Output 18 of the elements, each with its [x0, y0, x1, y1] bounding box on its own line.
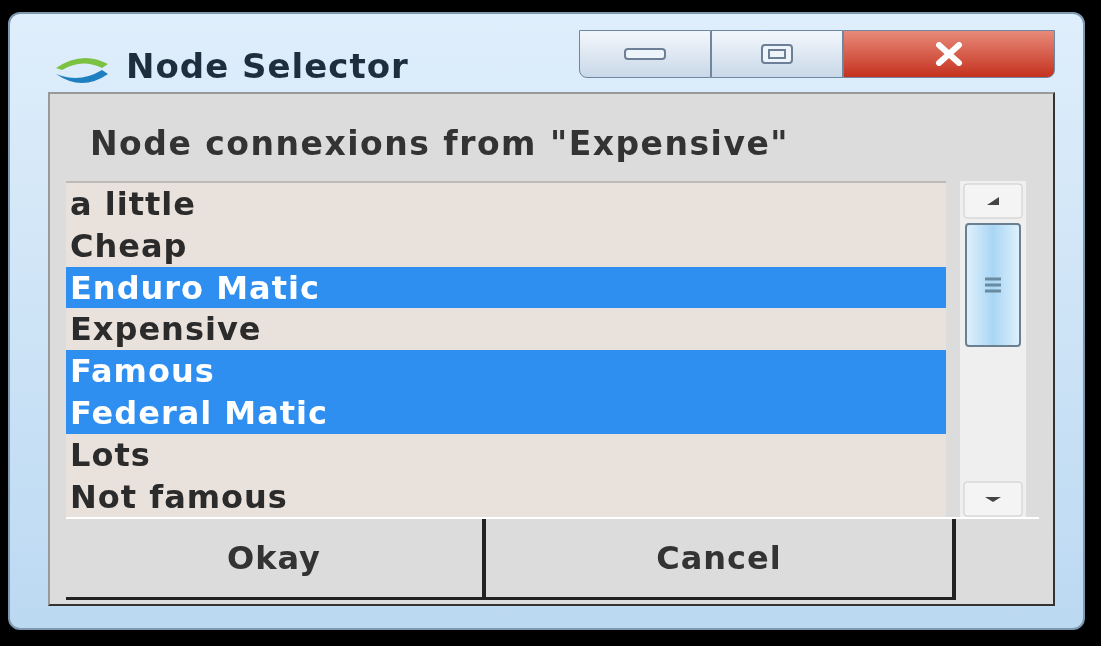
list-item[interactable]: a little	[66, 183, 946, 225]
minimize-button[interactable]	[579, 30, 711, 78]
dialog-heading: Node connexions from "Expensive"	[89, 123, 790, 165]
maximize-button[interactable]	[711, 30, 843, 78]
close-icon	[934, 42, 964, 66]
list-item[interactable]: Not famous	[66, 475, 946, 518]
okay-button[interactable]: Okay	[66, 519, 486, 600]
scroll-up-button[interactable]	[963, 183, 1023, 219]
list-item[interactable]: Cheap	[66, 224, 946, 267]
scroll-thumb[interactable]	[965, 223, 1021, 347]
close-button[interactable]	[843, 30, 1055, 78]
list-item[interactable]: Lots	[66, 433, 946, 476]
window-title: Node Selector	[126, 46, 409, 86]
minimize-icon	[623, 46, 667, 62]
cancel-button[interactable]: Cancel	[486, 519, 956, 600]
scrollbar[interactable]	[960, 181, 1026, 518]
maximize-icon	[760, 43, 794, 65]
list-item[interactable]: Expensive	[66, 308, 946, 351]
